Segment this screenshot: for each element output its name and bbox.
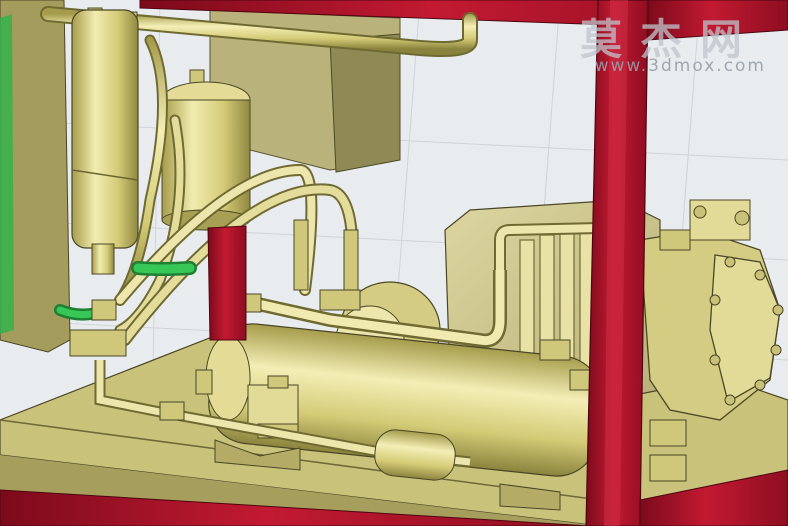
cad-viewport[interactable]: 莫杰网 www.3dmox.com [0, 0, 788, 526]
refrigeration-unit-model [0, 0, 788, 526]
left-side-panel [0, 0, 71, 353]
frame-right-corner [647, 0, 788, 41]
vertical-receiver-tank [71, 9, 139, 275]
frame-back-post [207, 225, 247, 341]
filter-drier [374, 429, 456, 481]
frame-front-post [585, 0, 649, 526]
